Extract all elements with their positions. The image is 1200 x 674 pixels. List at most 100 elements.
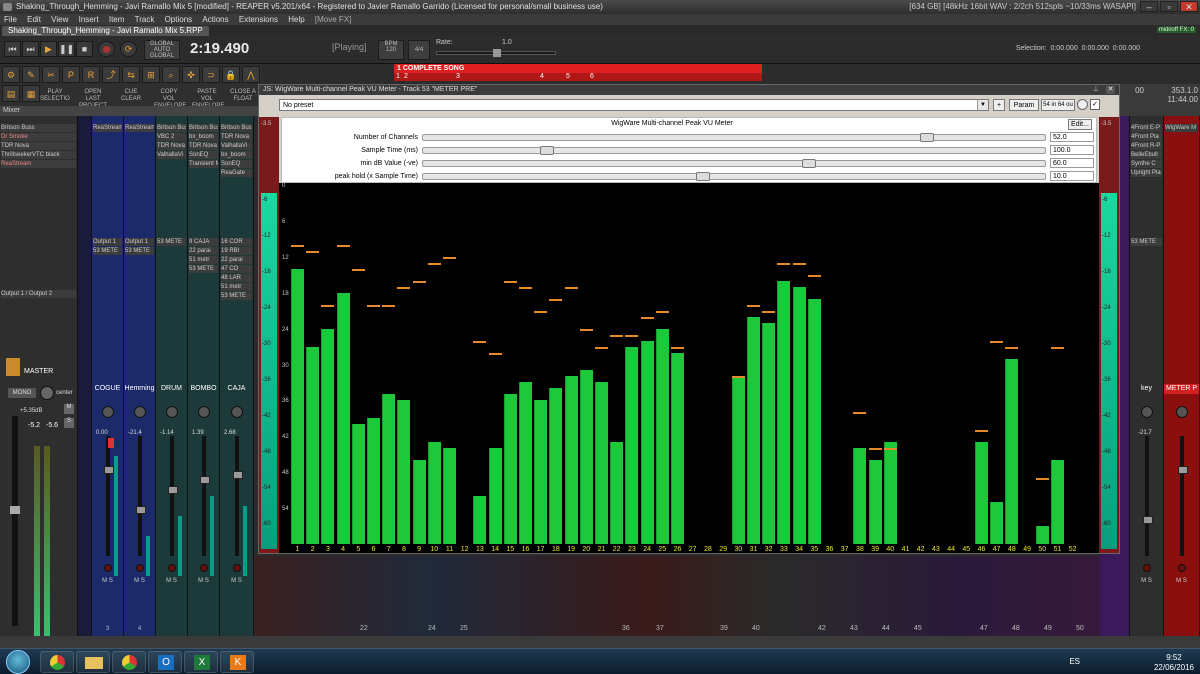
key-send[interactable]: 53 METE bbox=[1131, 238, 1162, 246]
bombo-rec-arm[interactable] bbox=[199, 564, 208, 572]
bombo-fx-3[interactable]: TDR Nova bbox=[189, 142, 218, 150]
drum-mute-solo[interactable]: M S bbox=[157, 578, 186, 588]
close-button[interactable]: ✕ bbox=[1180, 1, 1198, 12]
master-fader-cap[interactable] bbox=[10, 506, 20, 514]
key-fx-5[interactable]: Synthe C bbox=[1131, 160, 1162, 168]
caja-fx-6[interactable]: ReaGate bbox=[221, 169, 252, 177]
caja-send-3[interactable]: 22 parai bbox=[221, 256, 252, 264]
marker-1[interactable]: 1 bbox=[396, 73, 400, 81]
cogue-track-name[interactable]: COGUE bbox=[92, 384, 123, 394]
hemming-fader-cap[interactable] bbox=[136, 506, 147, 514]
caja-send-2[interactable]: 19 RBI bbox=[221, 247, 252, 255]
global-auto-button[interactable]: GLOBAL AUTO GLOBAL bbox=[144, 40, 180, 60]
drum-send[interactable]: 53 METE bbox=[157, 238, 186, 246]
caja-send-4[interactable]: 47 CO bbox=[221, 265, 252, 273]
meter-pre-fader-cap[interactable] bbox=[1178, 466, 1188, 474]
meter-pre-pan-knob[interactable] bbox=[1175, 406, 1188, 418]
param-slider-sample-time[interactable] bbox=[422, 146, 1046, 155]
cogue-io[interactable]: Output 1 bbox=[93, 238, 122, 246]
master-io[interactable]: Output 1 / Output 2 bbox=[1, 290, 76, 298]
outlook-icon[interactable]: O bbox=[148, 651, 182, 673]
meter-pre-fx-1[interactable]: WigWare M bbox=[1165, 124, 1198, 132]
toolbar-icon-15[interactable]: ▦ bbox=[22, 85, 40, 102]
bombo-fx-2[interactable]: bx_boom bbox=[189, 133, 218, 141]
bombo-fx-5[interactable]: Transient M bbox=[189, 160, 218, 168]
key-fader-cap[interactable] bbox=[1143, 516, 1154, 524]
param-slider-min-db[interactable] bbox=[422, 159, 1046, 168]
master-fader[interactable] bbox=[12, 416, 18, 626]
drum-fx-2[interactable]: VBC 2 bbox=[157, 133, 186, 141]
menu-actions[interactable]: Actions bbox=[202, 15, 228, 24]
key-mute-solo[interactable]: M S bbox=[1131, 578, 1162, 588]
param-button[interactable]: Param bbox=[1009, 99, 1039, 111]
key-fx-3[interactable]: 4Front R-P bbox=[1131, 142, 1162, 150]
chrome-icon-taskbar[interactable] bbox=[40, 651, 74, 673]
param-slider-channels[interactable] bbox=[422, 133, 1046, 142]
toolbar-icon-5[interactable]: R bbox=[82, 66, 100, 83]
toolbar-icon-8[interactable]: ⊞ bbox=[142, 66, 160, 83]
param-slider-peak-hold[interactable] bbox=[422, 172, 1046, 181]
meter-pre-track-name[interactable]: METER P bbox=[1164, 384, 1199, 394]
wet-knob[interactable] bbox=[1077, 99, 1088, 110]
project-tab[interactable]: Shaking_Through_Hemming - Javi Ramallo M… bbox=[2, 26, 209, 36]
drum-pan-knob[interactable] bbox=[165, 406, 178, 418]
cogue-fx-1[interactable]: ReaStream bbox=[93, 124, 122, 132]
marker-3[interactable]: 3 bbox=[456, 73, 460, 81]
menu-item[interactable]: Item bbox=[109, 15, 125, 24]
hemming-io[interactable]: Output 1 bbox=[125, 238, 154, 246]
toolbar-icon-6[interactable]: ⤴ bbox=[102, 66, 120, 83]
rate-slider[interactable] bbox=[436, 49, 556, 57]
cogue-pan-knob[interactable] bbox=[101, 406, 114, 418]
pin-icon[interactable]: ⊥ bbox=[1093, 85, 1099, 95]
param-thumb-min-db[interactable] bbox=[801, 159, 816, 168]
start-button[interactable] bbox=[6, 650, 30, 674]
drum-fader[interactable] bbox=[169, 436, 174, 556]
param-value-channels[interactable]: 52.0 bbox=[1050, 132, 1094, 142]
hemming-fader[interactable] bbox=[137, 436, 142, 556]
param-value-min-db[interactable]: 60.0 bbox=[1050, 158, 1094, 168]
meter-pre-rec-arm[interactable] bbox=[1177, 564, 1186, 572]
edit-button[interactable]: Edit... bbox=[1068, 119, 1092, 130]
caja-send-6[interactable]: 51 metr bbox=[221, 283, 252, 291]
master-fx-2[interactable]: Dr Smoke bbox=[1, 133, 76, 141]
menu-insert[interactable]: Insert bbox=[79, 15, 99, 24]
toolbar-icon-7[interactable]: ⇆ bbox=[122, 66, 140, 83]
caja-fader[interactable] bbox=[234, 436, 239, 556]
preset-dropdown[interactable]: No preset ▼ bbox=[279, 99, 989, 111]
caja-track-name[interactable]: CAJA bbox=[220, 384, 253, 394]
marker-2[interactable]: 2 bbox=[404, 73, 408, 81]
meter-pre-mute-solo[interactable]: M S bbox=[1165, 578, 1198, 588]
toolbar-icon-3[interactable]: ✂ bbox=[42, 66, 60, 83]
tool-cue-clear[interactable]: CUE CLEAR bbox=[116, 89, 146, 103]
lock-icon[interactable]: 🔒 bbox=[222, 66, 240, 83]
caja-send-5[interactable]: 48 LAR bbox=[221, 274, 252, 282]
bombo-fx-4[interactable]: SonEQ bbox=[189, 151, 218, 159]
js-close-button[interactable]: ✕ bbox=[1106, 86, 1115, 94]
menu-options[interactable]: Options bbox=[165, 15, 193, 24]
record-button[interactable] bbox=[98, 41, 115, 57]
toolbar-icon-11[interactable]: ⊃ bbox=[202, 66, 220, 83]
go-to-end-button[interactable]: ⏭ bbox=[22, 41, 39, 57]
cogue-rec-arm[interactable] bbox=[103, 564, 112, 572]
drum-rec-arm[interactable] bbox=[167, 564, 176, 572]
bombo-fx-1[interactable]: Britson Buss bbox=[189, 124, 218, 132]
master-fx-1[interactable]: Britson Buss bbox=[1, 124, 76, 132]
caja-fx-2[interactable]: TDR Nova bbox=[221, 133, 252, 141]
pause-button[interactable]: ❚❚ bbox=[58, 41, 75, 57]
key-pan-knob[interactable] bbox=[1140, 406, 1153, 418]
rate-slider-thumb[interactable] bbox=[493, 49, 501, 57]
bombo-track-name[interactable]: BOMBO bbox=[188, 384, 219, 394]
drum-fx-4[interactable]: ValhallaVi bbox=[157, 151, 186, 159]
key-fx-2[interactable]: 4Front Pia bbox=[1131, 133, 1162, 141]
master-fx-5[interactable]: ReaStream bbox=[1, 160, 76, 168]
menu-file[interactable]: File bbox=[4, 15, 17, 24]
bombo-fader-cap[interactable] bbox=[200, 476, 211, 484]
hemming-mute-solo[interactable]: M S bbox=[125, 578, 154, 588]
language-indicator[interactable]: ES bbox=[1069, 657, 1080, 666]
toolbar-icon-10[interactable]: ✜ bbox=[182, 66, 200, 83]
mono-button[interactable]: MONO bbox=[8, 388, 36, 398]
system-clock[interactable]: 9:52 22/06/2016 bbox=[1154, 653, 1194, 673]
repeat-button[interactable]: ⟳ bbox=[120, 41, 137, 57]
menu-help[interactable]: Help bbox=[288, 15, 304, 24]
master-fx-3[interactable]: TDR Nova bbox=[1, 142, 76, 150]
